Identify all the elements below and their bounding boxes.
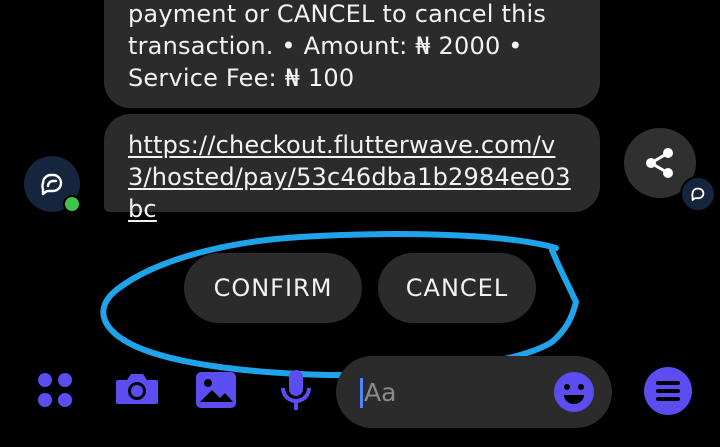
bot-badge	[680, 176, 716, 212]
message-input-placeholder: Aa	[364, 378, 397, 407]
smiley-icon[interactable]	[554, 372, 594, 412]
link-message-bubble: https://checkout.flutterwave.com/v3/host…	[104, 114, 600, 223]
confirm-button[interactable]: CONFIRM	[184, 253, 362, 323]
microphone-icon[interactable]	[278, 368, 314, 414]
bot-chat-icon	[41, 173, 63, 196]
image-icon[interactable]	[194, 368, 238, 412]
message-text: payment or CANCEL to cancel this transac…	[128, 0, 547, 92]
apps-grid-icon[interactable]	[36, 368, 76, 408]
share-icon	[646, 148, 673, 178]
camera-icon[interactable]	[114, 368, 160, 408]
message-input[interactable]: Aa	[336, 356, 612, 428]
checkout-link[interactable]: https://checkout.flutterwave.com/v3/host…	[128, 131, 571, 223]
text-cursor	[360, 378, 363, 408]
menu-icon[interactable]	[644, 367, 692, 415]
online-status-dot	[63, 195, 81, 213]
cancel-button[interactable]: CANCEL	[378, 253, 536, 323]
message-bubble: payment or CANCEL to cancel this transac…	[104, 0, 600, 108]
bot-chat-icon	[691, 187, 705, 201]
